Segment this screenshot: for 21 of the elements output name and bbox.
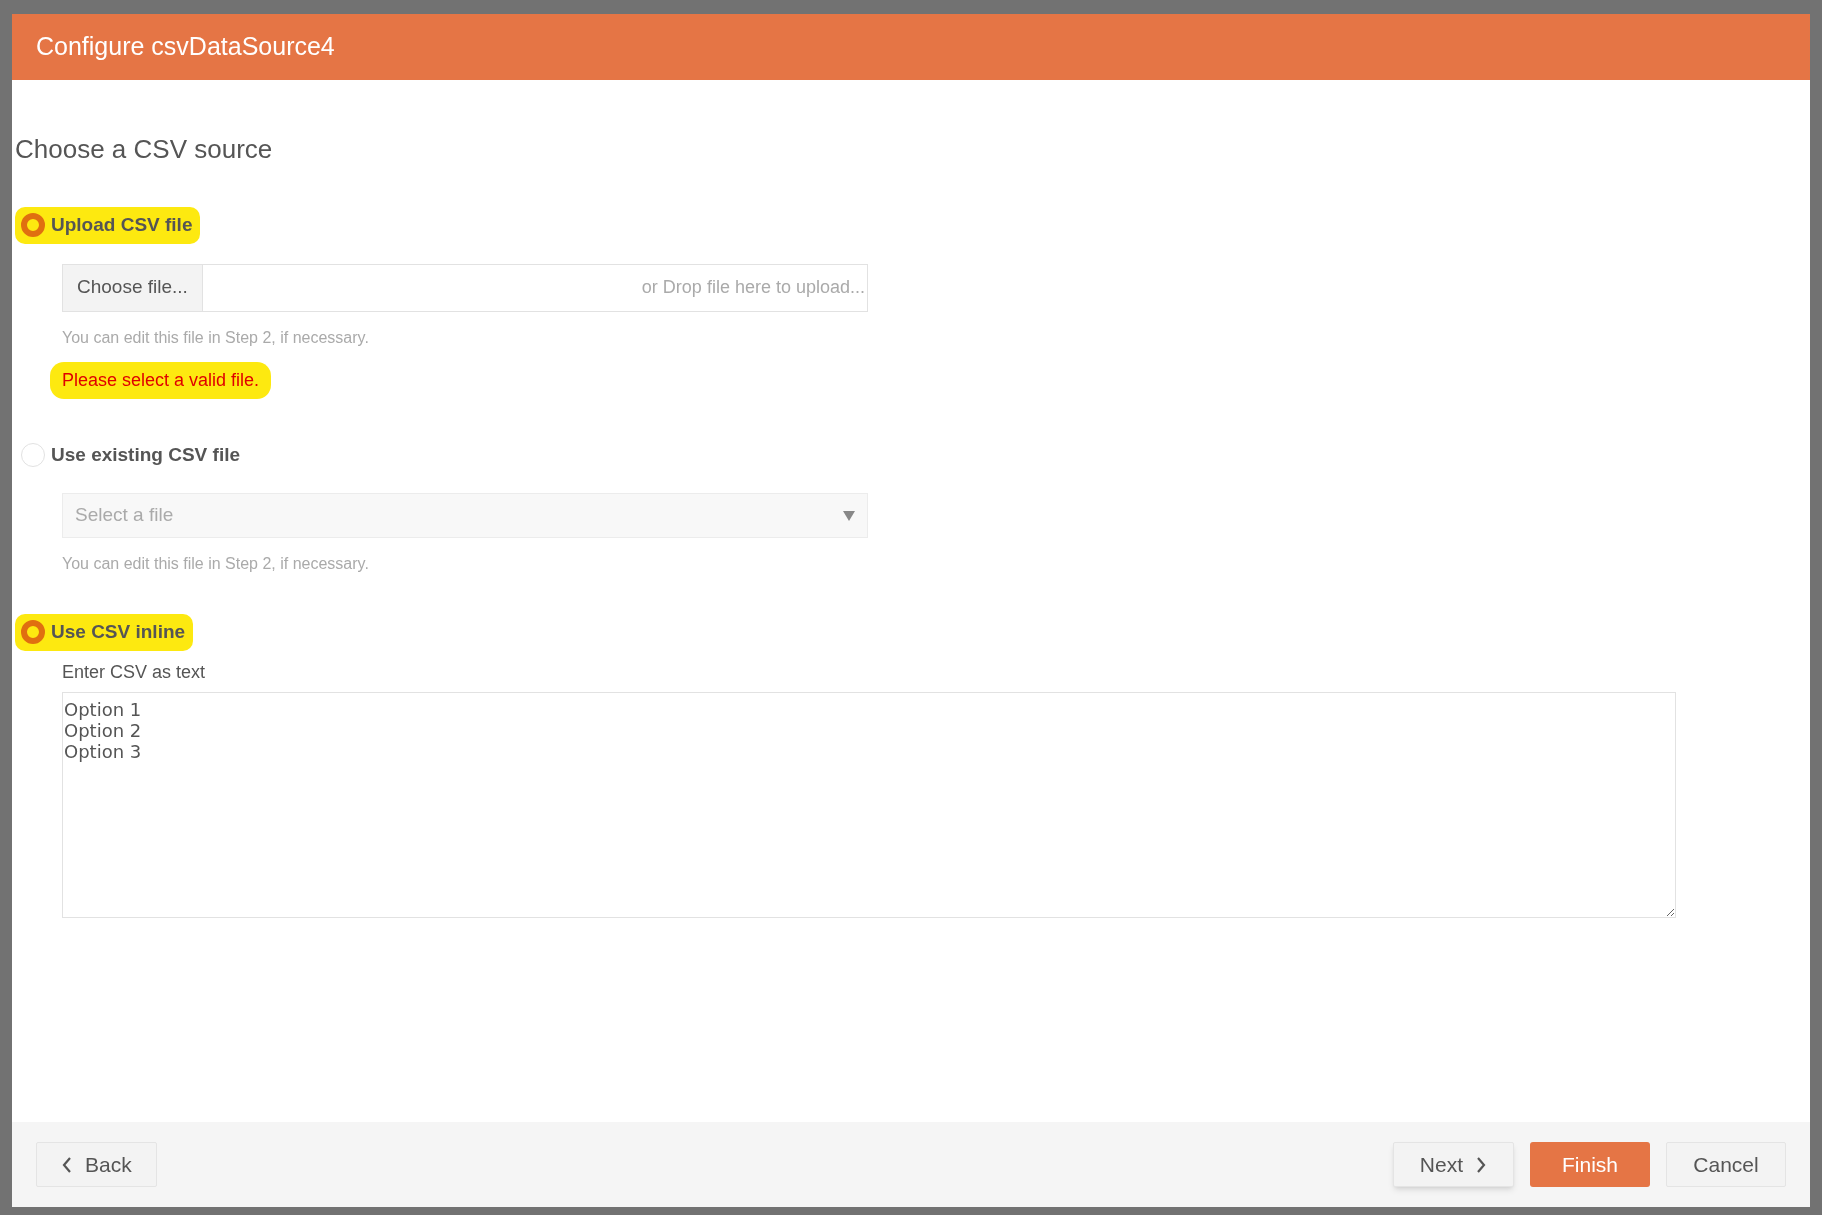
- help-text: You can edit this file in Step 2, if necessary.: [62, 327, 370, 348]
- error-message: Please select a valid file.: [50, 361, 272, 399]
- highlighted-radio-option[interactable]: Upload CSV file: [15, 207, 201, 244]
- file-upload-field[interactable]: Choose file... or Drop file here to upload...: [62, 263, 868, 312]
- dropdown-arrow-icon: [843, 510, 855, 521]
- section-heading: Choose a CSV source: [15, 133, 274, 166]
- radio-button[interactable]: [21, 213, 45, 238]
- cancel-button[interactable]: Cancel: [1666, 1142, 1786, 1187]
- dialog-title: Configure csvDataSource4: [36, 31, 335, 63]
- csv-text-area[interactable]: Option 1 Option 2 Option 3: [62, 691, 1676, 918]
- drop-hint: or Drop file here to upload...: [640, 276, 866, 299]
- field-label: Enter CSV as text: [62, 660, 207, 684]
- help-text: You can edit this file in Step 2, if necessary.: [62, 554, 370, 574]
- chevron-left-icon: [61, 1155, 73, 1174]
- choose-file-button[interactable]: Choose file...: [63, 264, 203, 311]
- back-button[interactable]: Back: [36, 1142, 157, 1187]
- chevron-right-icon: [1475, 1155, 1487, 1174]
- radio-option[interactable]: Use existing CSV file: [15, 436, 1807, 473]
- highlighted-radio-option[interactable]: Use CSV inline: [15, 614, 194, 651]
- next-button[interactable]: Next: [1392, 1142, 1514, 1187]
- radio-button[interactable]: [21, 620, 45, 645]
